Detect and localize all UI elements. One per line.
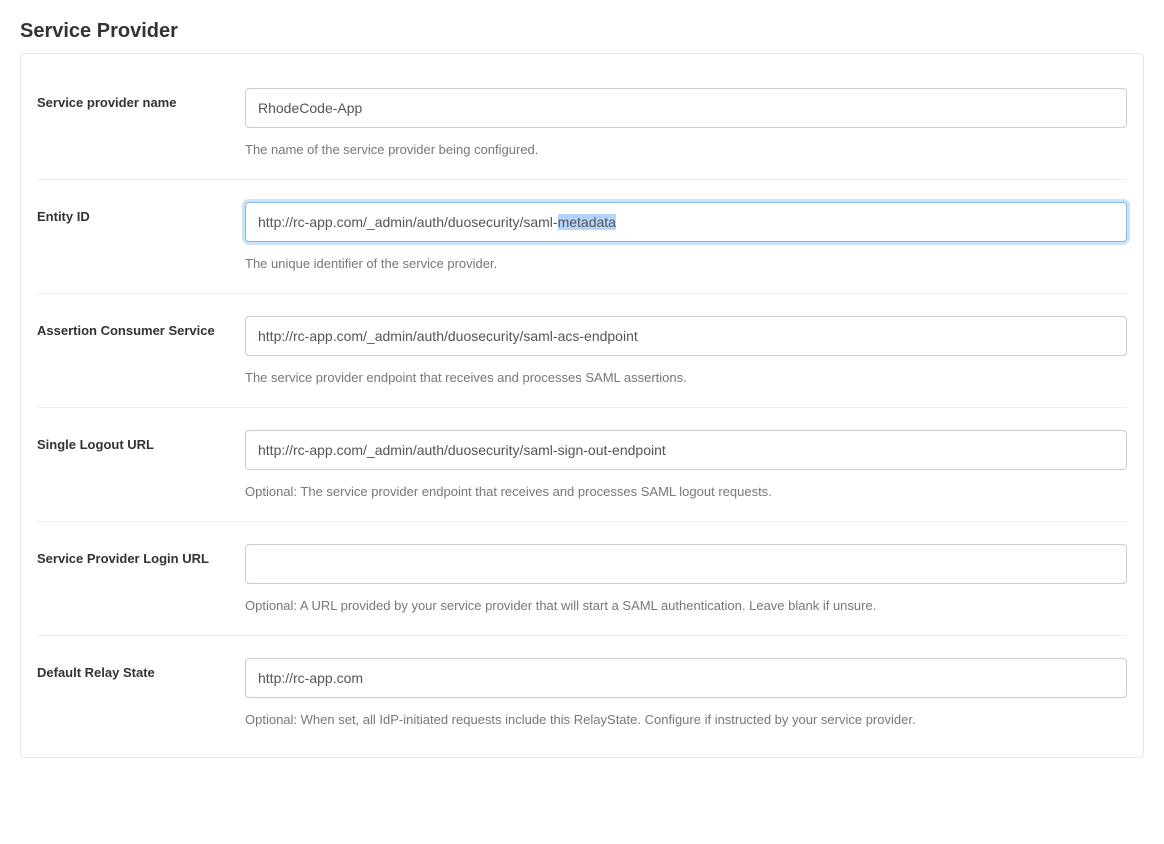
row-service-provider-name: Service provider name The name of the se… <box>37 66 1127 180</box>
section-title: Service Provider <box>20 20 1144 43</box>
slo-input[interactable] <box>245 430 1127 470</box>
entity-id-input[interactable]: http://rc-app.com/_admin/auth/duosecurit… <box>245 202 1127 242</box>
label-relay-state: Default Relay State <box>37 665 155 680</box>
row-slo: Single Logout URL Optional: The service … <box>37 408 1127 522</box>
label-service-provider-name: Service provider name <box>37 95 176 110</box>
row-login-url: Service Provider Login URL Optional: A U… <box>37 522 1127 636</box>
label-entity-id: Entity ID <box>37 209 90 224</box>
entity-id-value-selected: metadata <box>558 214 616 230</box>
relay-state-input[interactable] <box>245 658 1127 698</box>
label-slo: Single Logout URL <box>37 437 154 452</box>
label-acs: Assertion Consumer Service <box>37 323 215 338</box>
acs-input[interactable] <box>245 316 1127 356</box>
service-provider-name-input[interactable] <box>245 88 1127 128</box>
row-relay-state: Default Relay State Optional: When set, … <box>37 636 1127 749</box>
help-acs: The service provider endpoint that recei… <box>245 370 1127 385</box>
label-login-url: Service Provider Login URL <box>37 551 209 566</box>
help-entity-id: The unique identifier of the service pro… <box>245 256 1127 271</box>
service-provider-panel: Service provider name The name of the se… <box>20 53 1144 758</box>
help-slo: Optional: The service provider endpoint … <box>245 484 1127 499</box>
help-login-url: Optional: A URL provided by your service… <box>245 598 1127 613</box>
help-relay-state: Optional: When set, all IdP-initiated re… <box>245 712 1127 727</box>
entity-id-value-prefix: http://rc-app.com/_admin/auth/duosecurit… <box>258 214 558 230</box>
login-url-input[interactable] <box>245 544 1127 584</box>
help-service-provider-name: The name of the service provider being c… <box>245 142 1127 157</box>
row-acs: Assertion Consumer Service The service p… <box>37 294 1127 408</box>
row-entity-id: Entity ID http://rc-app.com/_admin/auth/… <box>37 180 1127 294</box>
